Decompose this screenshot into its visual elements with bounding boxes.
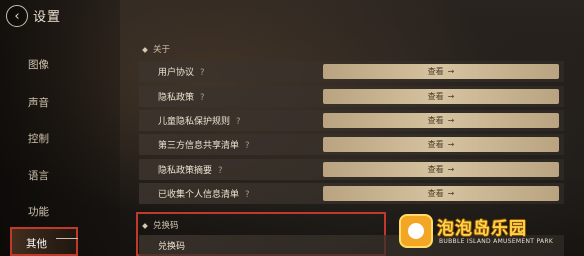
- list-item: 第三方信息共享清单? 查看 →: [139, 134, 564, 155]
- sidebar-item-label: 其他: [26, 238, 47, 250]
- watermark-logo: 泡泡岛乐园 BUBBLE ISLAND AMUSEMENT PARK: [393, 208, 581, 256]
- watermark-title: 泡泡岛乐园: [437, 219, 527, 239]
- help-icon[interactable]: ?: [200, 68, 205, 78]
- row-label: 兑换码: [158, 242, 186, 252]
- view-button[interactable]: 查看 →: [323, 162, 559, 177]
- view-button[interactable]: 查看 →: [323, 89, 559, 104]
- sidebar-item-controls[interactable]: 控制: [28, 131, 49, 146]
- row-label: 用户协议?: [158, 68, 205, 78]
- diamond-icon: [142, 46, 148, 53]
- row-label: 隐私政策?: [158, 93, 205, 103]
- list-item: 隐私政策摘要? 查看 →: [139, 159, 564, 180]
- sidebar-item-language[interactable]: 语言: [28, 168, 49, 183]
- view-button[interactable]: 查看 →: [323, 186, 559, 201]
- section-about: 关于: [142, 43, 171, 55]
- sidebar-item-graphics[interactable]: 图像: [28, 57, 49, 72]
- row-label: 已收集个人信息清单?: [158, 190, 250, 200]
- section-redeem: 兑换码: [142, 219, 179, 231]
- list-item: 用户协议? 查看 →: [139, 61, 564, 82]
- bubble-logo-icon: [399, 214, 433, 248]
- help-icon[interactable]: ?: [200, 93, 205, 103]
- page-title: 设置: [33, 10, 62, 25]
- sidebar-item-features[interactable]: 功能: [28, 204, 49, 219]
- section-title: 兑换码: [153, 221, 179, 231]
- row-label: 第三方信息共享清单?: [158, 141, 250, 151]
- help-icon[interactable]: ?: [245, 141, 250, 151]
- row-label: 隐私政策摘要?: [158, 166, 223, 176]
- diamond-icon: [142, 222, 148, 229]
- list-item: 儿童隐私保护规则? 查看 →: [139, 110, 564, 131]
- help-icon[interactable]: ?: [218, 166, 223, 176]
- flourish-decoration: [56, 238, 78, 239]
- list-item: 隐私政策? 查看 →: [139, 86, 564, 107]
- view-button[interactable]: 查看 →: [323, 113, 559, 128]
- list-item: 已收集个人信息清单? 查看 →: [139, 183, 564, 204]
- view-button[interactable]: 查看 →: [323, 64, 559, 79]
- watermark-subtitle: BUBBLE ISLAND AMUSEMENT PARK: [439, 238, 554, 245]
- sidebar-item-other[interactable]: 其他: [10, 227, 78, 256]
- help-icon[interactable]: ?: [245, 190, 250, 200]
- back-button[interactable]: ‹: [6, 5, 28, 27]
- section-title: 关于: [153, 45, 171, 55]
- sidebar: ‹ 设置 图像 声音 控制 语言 功能 其他: [0, 0, 120, 256]
- back-icon: ‹: [14, 8, 20, 24]
- help-icon[interactable]: ?: [236, 117, 241, 127]
- sidebar-item-sound[interactable]: 声音: [28, 95, 49, 110]
- row-label: 儿童隐私保护规则?: [158, 117, 241, 127]
- view-button[interactable]: 查看 →: [323, 137, 559, 152]
